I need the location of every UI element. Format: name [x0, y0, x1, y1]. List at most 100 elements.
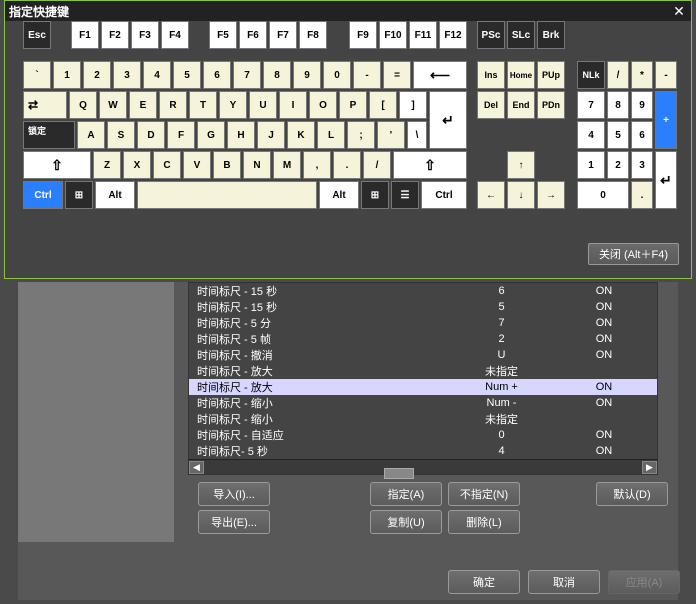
- import-button[interactable]: 导入(I)...: [198, 482, 270, 506]
- key-z[interactable]: Z: [93, 151, 121, 179]
- key-j[interactable]: J: [257, 121, 285, 149]
- unassign-button[interactable]: 不指定(N): [448, 482, 520, 506]
- key-h[interactable]: H: [227, 121, 255, 149]
- key-tilde[interactable]: `: [23, 61, 51, 89]
- key-numlock[interactable]: NLk: [577, 61, 605, 89]
- key-delete[interactable]: Del: [477, 91, 505, 119]
- key-x[interactable]: X: [123, 151, 151, 179]
- key-np7[interactable]: 7: [577, 91, 605, 119]
- key-n[interactable]: N: [243, 151, 271, 179]
- key-1[interactable]: 1: [53, 61, 81, 89]
- key-f5[interactable]: F5: [209, 21, 237, 49]
- key-f10[interactable]: F10: [379, 21, 407, 49]
- close-icon[interactable]: ✕: [671, 3, 687, 19]
- key-f11[interactable]: F11: [409, 21, 437, 49]
- assign-button[interactable]: 指定(A): [370, 482, 442, 506]
- key-8[interactable]: 8: [263, 61, 291, 89]
- key-v[interactable]: V: [183, 151, 211, 179]
- key-pageup[interactable]: PUp: [537, 61, 565, 89]
- key-b[interactable]: B: [213, 151, 241, 179]
- key-break[interactable]: Brk: [537, 21, 565, 49]
- key-l[interactable]: L: [317, 121, 345, 149]
- ok-button[interactable]: 确定: [448, 570, 520, 594]
- key-np6[interactable]: 6: [631, 121, 653, 149]
- key-f12[interactable]: F12: [439, 21, 467, 49]
- scroll-thumb[interactable]: [384, 468, 414, 479]
- key-right[interactable]: →: [537, 181, 565, 209]
- key-insert[interactable]: Ins: [477, 61, 505, 89]
- key-w[interactable]: W: [99, 91, 127, 119]
- key-np3[interactable]: 3: [631, 151, 653, 179]
- key-minus[interactable]: -: [353, 61, 381, 89]
- key-k[interactable]: K: [287, 121, 315, 149]
- key-np-enter[interactable]: ↵: [655, 151, 677, 209]
- table-row[interactable]: 时间标尺 - 5 分7ON: [189, 315, 657, 331]
- key-np2[interactable]: 2: [607, 151, 629, 179]
- table-row[interactable]: 时间标尺 - 放大未指定: [189, 363, 657, 379]
- key-shift-right[interactable]: ⇧: [393, 151, 467, 179]
- key-period[interactable]: .: [333, 151, 361, 179]
- export-button[interactable]: 导出(E)...: [198, 510, 270, 534]
- key-y[interactable]: Y: [219, 91, 247, 119]
- table-row[interactable]: 时间标尺 - 5 帧2ON: [189, 331, 657, 347]
- key-shift-left[interactable]: ⇧: [23, 151, 91, 179]
- scroll-left-button[interactable]: ◀: [189, 461, 204, 474]
- key-np-divide[interactable]: /: [607, 61, 629, 89]
- key-tab[interactable]: ⇄: [23, 91, 67, 119]
- key-np-multiply[interactable]: *: [631, 61, 653, 89]
- key-3[interactable]: 3: [113, 61, 141, 89]
- key-menu[interactable]: ☰: [391, 181, 419, 209]
- table-row[interactable]: 时间标尺 - 撤消UON: [189, 347, 657, 363]
- table-row[interactable]: 时间标尺 - 15 秒5ON: [189, 299, 657, 315]
- key-f3[interactable]: F3: [131, 21, 159, 49]
- key-pagedn[interactable]: PDn: [537, 91, 565, 119]
- key-f4[interactable]: F4: [161, 21, 189, 49]
- key-win-right[interactable]: ⊞: [361, 181, 389, 209]
- key-f6[interactable]: F6: [239, 21, 267, 49]
- key-win-left[interactable]: ⊞: [65, 181, 93, 209]
- key-np5[interactable]: 5: [607, 121, 629, 149]
- delete-button[interactable]: 删除(L): [448, 510, 520, 534]
- key-f1[interactable]: F1: [71, 21, 99, 49]
- key-e[interactable]: E: [129, 91, 157, 119]
- key-np9[interactable]: 9: [631, 91, 653, 119]
- shortcut-list[interactable]: 时间标尺 - 15 秒6ON时间标尺 - 15 秒5ON时间标尺 - 5 分7O…: [188, 282, 658, 475]
- table-row[interactable]: 时间标尺 - 自适应0ON: [189, 427, 657, 443]
- key-ctrl-right[interactable]: Ctrl: [421, 181, 467, 209]
- key-0[interactable]: 0: [323, 61, 351, 89]
- table-row[interactable]: 时间标尺- 5 秒4ON: [189, 443, 657, 459]
- key-backspace[interactable]: ⟵: [413, 61, 467, 89]
- key-4[interactable]: 4: [143, 61, 171, 89]
- key-alt-right[interactable]: Alt: [319, 181, 359, 209]
- key-o[interactable]: O: [309, 91, 337, 119]
- table-row[interactable]: 时间标尺 - 缩小未指定: [189, 411, 657, 427]
- key-p[interactable]: P: [339, 91, 367, 119]
- table-row[interactable]: 时间标尺 - 放大Num +ON: [189, 379, 657, 395]
- key-q[interactable]: Q: [69, 91, 97, 119]
- scroll-right-button[interactable]: ▶: [642, 461, 657, 474]
- key-a[interactable]: A: [77, 121, 105, 149]
- key-slash[interactable]: /: [363, 151, 391, 179]
- key-comma[interactable]: ,: [303, 151, 331, 179]
- key-np1[interactable]: 1: [577, 151, 605, 179]
- key-home[interactable]: Home: [507, 61, 535, 89]
- key-np4[interactable]: 4: [577, 121, 605, 149]
- key-down[interactable]: ↓: [507, 181, 535, 209]
- key-backslash[interactable]: \: [407, 121, 427, 149]
- key-up[interactable]: ↑: [507, 151, 535, 179]
- key-rbracket[interactable]: ]: [399, 91, 427, 119]
- key-6[interactable]: 6: [203, 61, 231, 89]
- horizontal-scrollbar[interactable]: ◀ ▶: [189, 459, 657, 474]
- category-sidebar[interactable]: [18, 282, 174, 542]
- key-s[interactable]: S: [107, 121, 135, 149]
- key-r[interactable]: R: [159, 91, 187, 119]
- key-5[interactable]: 5: [173, 61, 201, 89]
- key-f7[interactable]: F7: [269, 21, 297, 49]
- table-row[interactable]: 时间标尺 - 15 秒6ON: [189, 283, 657, 299]
- close-button[interactable]: 关闭 (Alt＋F4): [588, 243, 679, 265]
- key-np-minus[interactable]: -: [655, 61, 677, 89]
- duplicate-button[interactable]: 复制(U): [370, 510, 442, 534]
- key-enter[interactable]: ↵: [429, 91, 467, 149]
- key-t[interactable]: T: [189, 91, 217, 119]
- key-end[interactable]: End: [507, 91, 535, 119]
